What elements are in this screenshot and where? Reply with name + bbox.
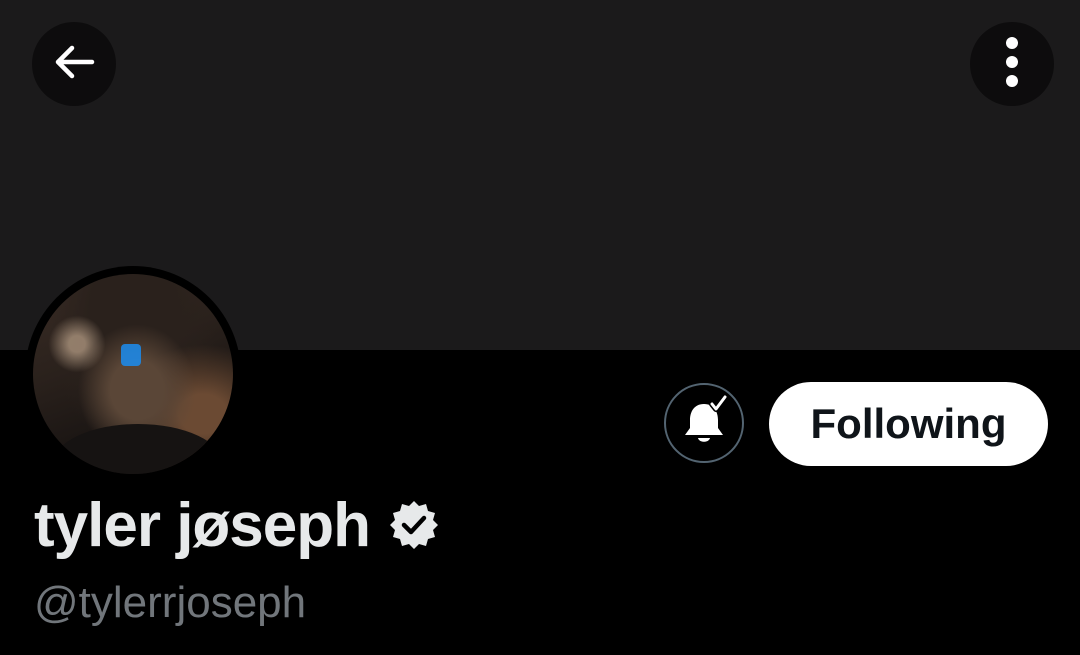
photo-detail [121,344,141,366]
verified-badge-icon[interactable] [388,499,440,551]
user-handle: @tylerrjoseph [34,578,307,627]
arrow-left-icon [50,38,98,91]
following-button[interactable]: Following [769,382,1048,466]
back-button[interactable] [32,22,116,106]
display-name: tyler jøseph [34,490,371,560]
photo-detail-shoulders [53,424,223,474]
more-options-button[interactable] [970,22,1054,106]
vertical-dots-icon [1002,36,1022,93]
bell-check-icon [678,393,730,452]
profile-name-row: tyler jøseph [34,490,440,560]
profile-photo [33,274,233,474]
avatar[interactable] [25,266,241,482]
following-button-label: Following [810,400,1007,447]
notifications-button[interactable] [664,383,744,463]
